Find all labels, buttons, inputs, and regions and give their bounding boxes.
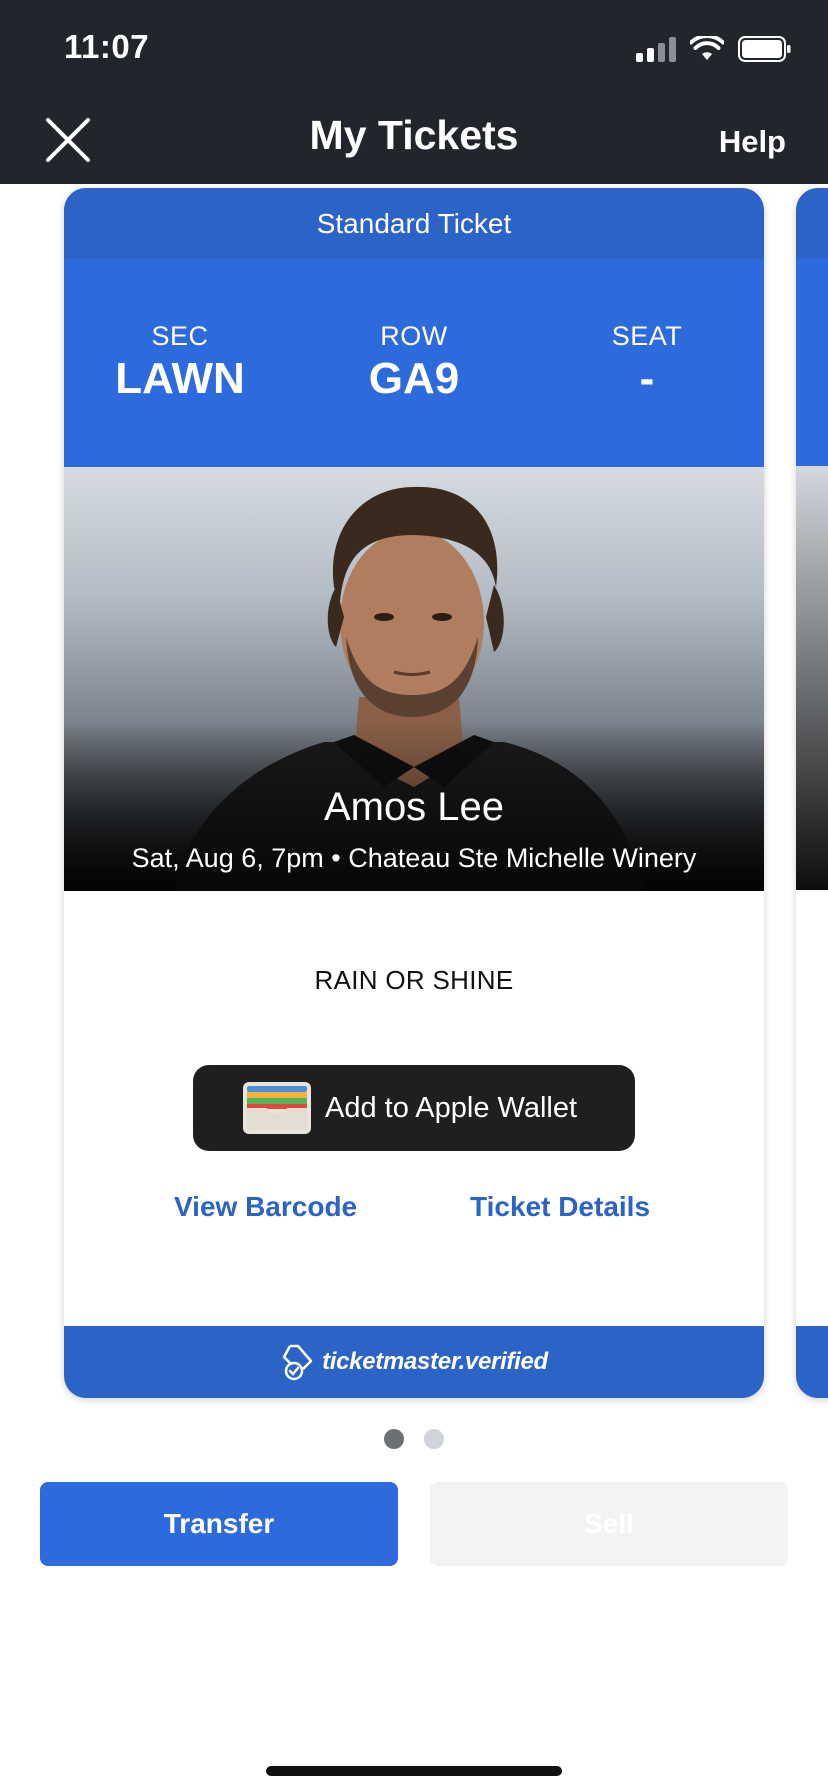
artist-photo: Amos Lee Sat, Aug 6, 7pm • Chateau Ste M… (64, 467, 764, 891)
ticket-type: Standard Ticket (64, 188, 764, 259)
status-icons (636, 34, 792, 64)
seat-value: - (639, 354, 655, 403)
transfer-button[interactable]: Transfer (40, 1482, 398, 1566)
view-barcode-link[interactable]: View Barcode (174, 1191, 357, 1223)
add-to-apple-wallet-button[interactable]: Add to Apple Wallet (193, 1065, 635, 1151)
seat-label: SEAT (611, 321, 683, 351)
pager-dot-2[interactable] (424, 1429, 444, 1449)
row-value: GA9 (368, 354, 460, 403)
verified-badge-icon (282, 1344, 313, 1381)
event-date-venue: Sat, Aug 6, 7pm • Chateau Ste Michelle W… (131, 843, 697, 873)
status-time: 11:07 (64, 28, 150, 65)
battery-icon (738, 36, 792, 62)
seat-info: SEC LAWN ROW GA9 SEAT - (64, 259, 764, 467)
wallet-button-label: Add to Apple Wallet (325, 1091, 578, 1124)
page-title: My Tickets (309, 112, 519, 158)
ticket-card[interactable]: Standard Ticket SEC LAWN ROW GA9 SEAT - (64, 188, 764, 1398)
row-label: ROW (380, 321, 448, 351)
pager-dot-1[interactable] (384, 1429, 404, 1449)
next-ticket-card[interactable] (796, 188, 828, 1398)
seat-info-col: SEAT - (547, 321, 747, 404)
row-info: ROW GA9 (314, 321, 514, 404)
ticketmaster-verified-bar: ticketmaster.verified (64, 1326, 764, 1398)
section-value: LAWN (115, 354, 245, 403)
app-header: 11:07 My Tickets Help (0, 0, 828, 184)
sell-button[interactable]: Sell (430, 1482, 788, 1566)
cellular-signal-icon (636, 36, 676, 62)
wifi-icon (690, 36, 724, 62)
ticket-details-link[interactable]: Ticket Details (470, 1191, 650, 1223)
apple-wallet-icon (243, 1082, 311, 1134)
home-indicator[interactable] (266, 1766, 562, 1776)
event-notice: RAIN OR SHINE (314, 965, 514, 995)
help-button[interactable]: Help (719, 124, 786, 160)
artist-name: Amos Lee (323, 785, 505, 829)
ticketmaster-verified-logo: ticketmaster.verified (322, 1348, 548, 1375)
ticket-body: RAIN OR SHINE Add to Apple Wallet View B… (64, 891, 764, 1328)
section-label: SEC (151, 321, 209, 351)
ticket-pager (0, 1429, 828, 1449)
section-info: SEC LAWN (80, 321, 280, 404)
